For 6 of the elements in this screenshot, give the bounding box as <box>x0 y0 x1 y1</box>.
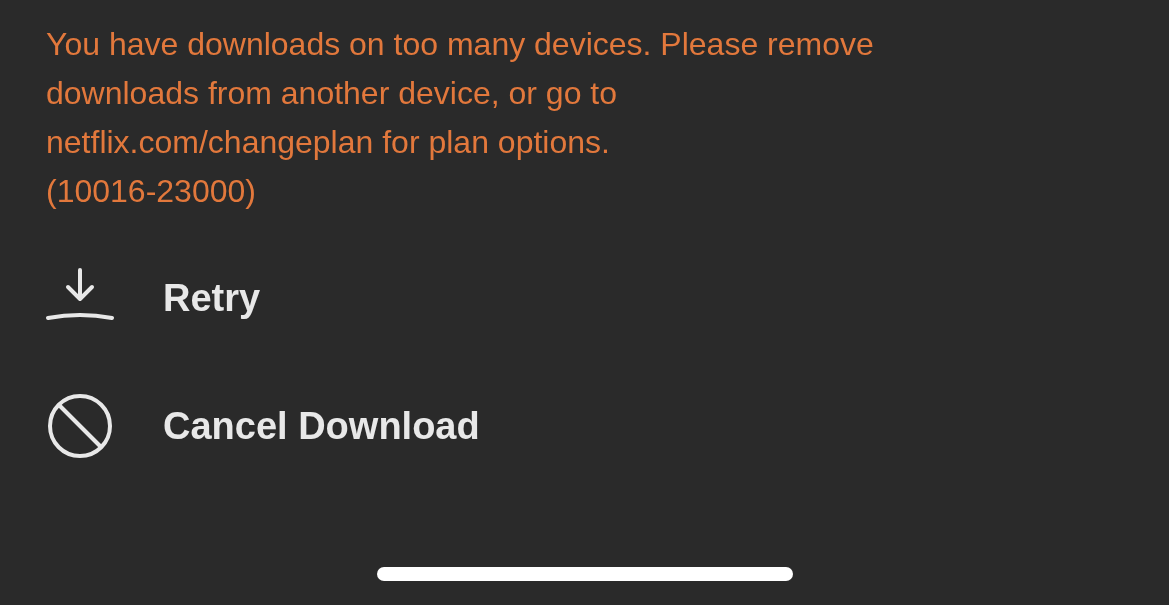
home-indicator[interactable] <box>376 567 793 581</box>
error-code: (10016-23000) <box>46 172 257 211</box>
download-action[interactable]: Retry <box>46 264 1169 332</box>
cancel-action[interactable]: Cancel Download <box>46 392 1169 460</box>
cancel-icon <box>46 392 114 460</box>
error-message: You have downloads on too many devices. Please remove downloads from another device, or go to netflix.com/changeplan for plan options. <box>46 25 875 162</box>
